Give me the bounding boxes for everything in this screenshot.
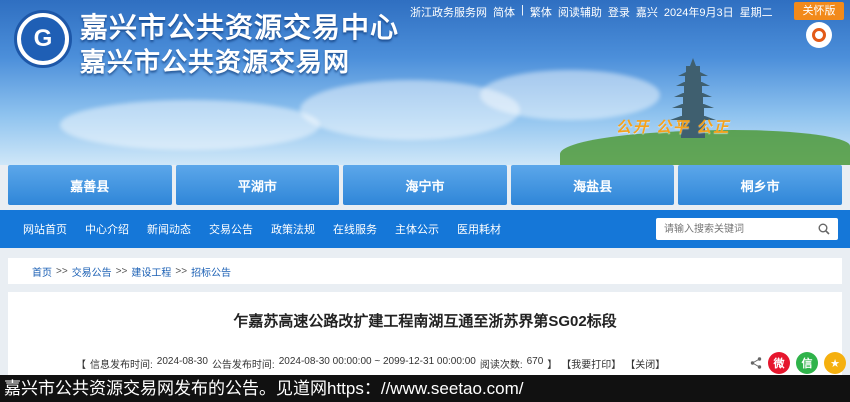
views-label: 阅读次数: xyxy=(479,360,523,371)
article-title: 乍嘉苏高速公路改扩建工程南湖互通至浙苏界第SG02标段 xyxy=(233,313,617,330)
breadcrumb-separator: >> xyxy=(56,265,68,277)
breadcrumb-separator: >> xyxy=(115,265,128,277)
link-login[interactable]: 登录 xyxy=(608,4,630,20)
city-location: 嘉兴 xyxy=(635,7,658,19)
article-panel: 乍嘉苏高速公路改扩建工程南湖互通至浙苏界第SG02标段 【 信息发布时间: 20… xyxy=(8,292,846,382)
nav-medical-consumables[interactable]: 医用耗材 xyxy=(448,221,510,237)
article-meta: 【 信息发布时间: 2024-08-30 公告发布时间: 2024-08-30 … xyxy=(76,356,665,371)
top-links: 浙江政务服务网 简体 | 繁体 阅读辅助 登录 嘉兴 2024年9月3日 星期二 xyxy=(410,4,773,20)
views-count: 670 xyxy=(526,356,544,367)
nav-about[interactable]: 中心介绍 xyxy=(76,221,138,237)
nav-home[interactable]: 网站首页 xyxy=(14,221,76,237)
nav-online-services[interactable]: 在线服务 xyxy=(324,221,386,237)
reader-icon[interactable] xyxy=(806,22,832,48)
site-title-network: 嘉兴市公共资源交易网 xyxy=(80,48,351,78)
link-reading-aid[interactable]: 阅读辅助 xyxy=(558,4,602,20)
meta-bracket-close: 】 xyxy=(547,360,558,371)
notice-period-value: 2024-08-30 00:00:00 ~ 2099-12-31 00:00:0… xyxy=(278,356,476,367)
weibo-icon[interactable]: 微 xyxy=(768,352,790,374)
city-tab-haiyan[interactable]: 海盐县 xyxy=(510,165,675,205)
current-date: 2024年9月3日 xyxy=(663,7,734,19)
breadcrumb: 首页 >> 交易公告 >> 建设工程 >> 招标公告 xyxy=(8,258,842,284)
search-input[interactable] xyxy=(656,218,806,240)
notice-period-label: 公告发布时间: xyxy=(211,360,275,371)
close-button[interactable]: 【关闭】 xyxy=(625,356,665,371)
breadcrumb-home[interactable]: 首页 xyxy=(32,264,52,279)
nav-trade-notices[interactable]: 交易公告 xyxy=(200,221,262,237)
search-box xyxy=(656,218,838,240)
publish-time-label: 信息发布时间: xyxy=(90,360,153,371)
site-banner: G 嘉兴市公共资源交易中心 嘉兴市公共资源交易网 浙江政务服务网 简体 | 繁体… xyxy=(0,0,850,165)
city-tab-pinghu[interactable]: 平湖市 xyxy=(175,165,340,205)
print-button[interactable]: 【我要打印】 xyxy=(561,356,621,371)
site-title-center: 嘉兴市公共资源交易中心 xyxy=(80,11,400,44)
meta-bracket-open: 【 xyxy=(76,360,86,371)
image-caption: 嘉兴市公共资源交易网发布的公告。见道网https：//www.seetao.co… xyxy=(0,375,850,402)
weekday: 星期二 xyxy=(739,7,773,19)
breadcrumb-trade-notices[interactable]: 交易公告 xyxy=(72,264,112,279)
logo-emblem[interactable]: G xyxy=(14,10,72,68)
wechat-icon[interactable]: 信 xyxy=(796,352,818,374)
search-icon[interactable] xyxy=(818,223,830,235)
share-icon[interactable] xyxy=(750,357,762,369)
city-tab-jiashan[interactable]: 嘉善县 xyxy=(8,165,172,205)
city-tab-haining[interactable]: 海宁市 xyxy=(343,165,507,205)
link-simplified[interactable]: 简体 xyxy=(493,4,515,20)
nav-policies[interactable]: 政策法规 xyxy=(262,221,324,237)
city-tab-tongxiang[interactable]: 桐乡市 xyxy=(678,165,842,205)
breadcrumb-tender-notice[interactable]: 招标公告 xyxy=(191,264,231,279)
breadcrumb-construction[interactable]: 建设工程 xyxy=(131,264,171,279)
main-nav: 网站首页 中心介绍 新闻动态 交易公告 政策法规 在线服务 主体公示 医用耗材 xyxy=(0,210,850,248)
link-traditional[interactable]: 繁体 xyxy=(530,4,552,20)
link-zhejiang-gov[interactable]: 浙江政务服务网 xyxy=(410,4,487,20)
city-tabs: 嘉善县 平湖市 海宁市 海盐县 桐乡市 xyxy=(8,165,842,205)
qzone-icon[interactable]: ★ xyxy=(824,352,846,374)
divider: | xyxy=(521,4,524,16)
share-bar: 微 信 ★ xyxy=(750,352,846,374)
breadcrumb-separator: >> xyxy=(175,265,188,277)
nav-entity-publicity[interactable]: 主体公示 xyxy=(386,221,448,237)
slogan: 公开 公平 公正 xyxy=(616,119,731,136)
care-version-button[interactable]: 关怀版 xyxy=(794,2,844,20)
publish-time-value: 2024-08-30 xyxy=(156,356,208,367)
nav-news[interactable]: 新闻动态 xyxy=(138,221,200,237)
